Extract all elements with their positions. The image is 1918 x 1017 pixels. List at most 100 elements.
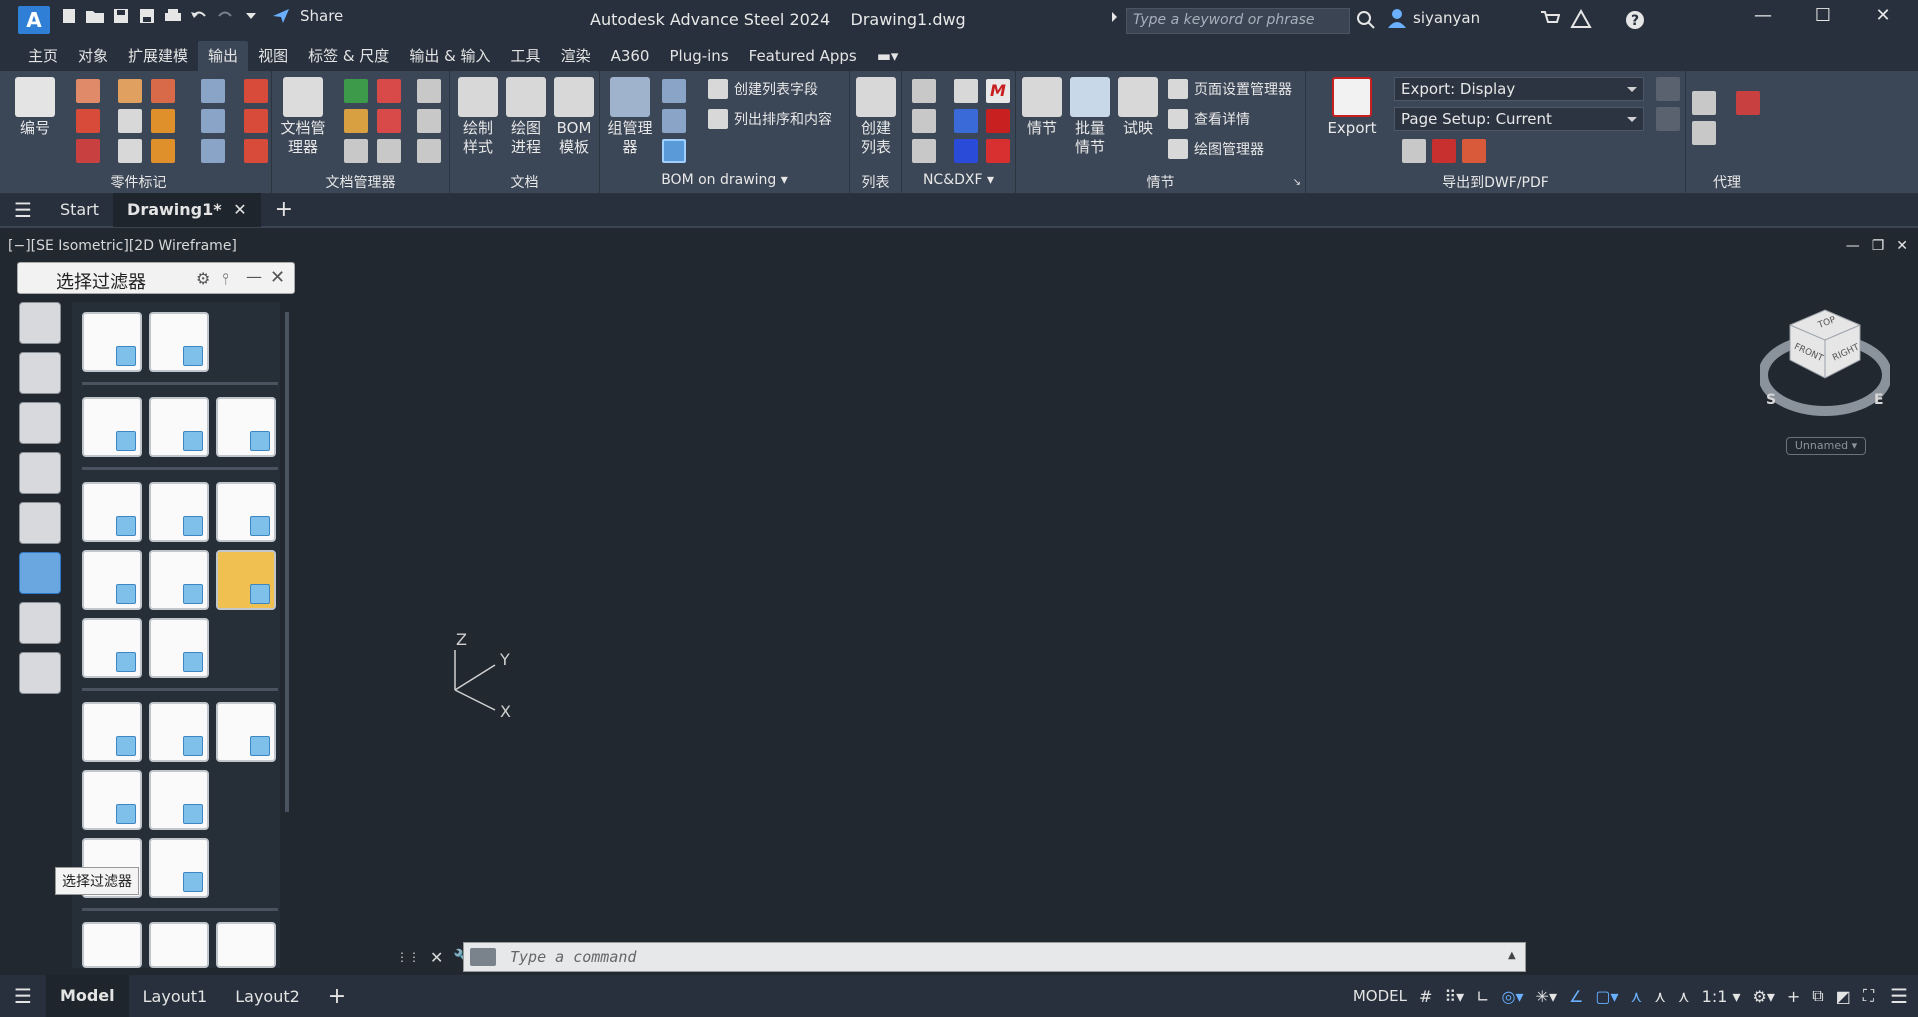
- tab-output[interactable]: 输出: [198, 41, 249, 71]
- user-account[interactable]: siyanyan: [1387, 8, 1480, 28]
- viewport-restore-icon[interactable]: ❐: [1872, 238, 1885, 254]
- tab-a360[interactable]: A360: [601, 41, 660, 71]
- maximize-icon[interactable]: ☐: [1808, 5, 1838, 26]
- export-pdf-icon[interactable]: [1432, 139, 1456, 163]
- palette-close-icon[interactable]: ✕: [270, 267, 285, 288]
- create-field-button[interactable]: 创建列表字段: [708, 79, 818, 99]
- proxy-settings-icon[interactable]: [1692, 121, 1716, 145]
- viewport-close-icon[interactable]: ✕: [1896, 238, 1908, 254]
- save-icon[interactable]: [110, 5, 132, 27]
- app-logo-icon[interactable]: A: [18, 6, 50, 34]
- mark-table-icon[interactable]: [151, 79, 175, 103]
- tab-export-import[interactable]: 输出 & 输入: [399, 41, 500, 71]
- viewcube[interactable]: TOP FRONT RIGHT S E: [1758, 300, 1892, 430]
- annotation-monitor-icon[interactable]: +: [1781, 987, 1806, 1006]
- category-selection-icon[interactable]: [19, 502, 61, 544]
- doc-delete-icon[interactable]: [377, 79, 401, 103]
- filter-bent-beam-button[interactable]: [149, 550, 209, 610]
- annotation-visibility-icon[interactable]: ⋏: [1624, 987, 1648, 1006]
- filter-connection-button[interactable]: [149, 397, 209, 457]
- panel-title-bom[interactable]: BOM on drawing ▾: [600, 172, 849, 190]
- category-user-icon[interactable]: [19, 402, 61, 444]
- sort-content-button[interactable]: 列出排序和内容: [708, 109, 832, 129]
- category-filter-icon[interactable]: [19, 552, 61, 594]
- doc-list-icon[interactable]: [377, 139, 401, 163]
- add-layout-icon[interactable]: +: [314, 984, 360, 1009]
- numbering-button[interactable]: 编号: [12, 77, 58, 138]
- ribbon-minimize-icon[interactable]: ▬▾: [867, 41, 909, 71]
- nc-diamond-icon[interactable]: [986, 139, 1010, 163]
- command-history-icon[interactable]: [470, 948, 496, 966]
- palette-pin-icon[interactable]: ⫯: [222, 269, 229, 289]
- scale-button[interactable]: 1:1 ▾: [1696, 987, 1747, 1006]
- page-setup-manager-button[interactable]: 页面设置管理器: [1168, 79, 1292, 99]
- cam-icon[interactable]: [954, 109, 978, 133]
- tab-featured-apps[interactable]: Featured Apps: [739, 41, 867, 71]
- page-setup-select[interactable]: Page Setup: Current: [1394, 107, 1644, 131]
- ortho-icon[interactable]: ∟: [1470, 987, 1495, 1006]
- tab-tools[interactable]: 工具: [501, 41, 551, 71]
- m-icon[interactable]: M: [986, 79, 1010, 103]
- category-dimension-icon[interactable]: [19, 452, 61, 494]
- filter-as-objects-button[interactable]: [82, 312, 142, 372]
- proxy-remove-icon[interactable]: [1736, 91, 1760, 115]
- share-icon[interactable]: [266, 5, 296, 27]
- export-dwf-icon[interactable]: [1462, 139, 1486, 163]
- minimize-icon[interactable]: —: [1748, 5, 1778, 26]
- doc-add-icon[interactable]: [344, 79, 368, 103]
- filter-box-button[interactable]: [216, 397, 276, 457]
- model-space-button[interactable]: MODEL: [1347, 987, 1413, 1005]
- palette-settings-icon[interactable]: ⚙: [196, 269, 210, 288]
- filter-concrete-button[interactable]: [216, 550, 276, 610]
- polar-icon[interactable]: ◎▾: [1496, 987, 1530, 1006]
- autodesk-icon[interactable]: [1570, 8, 1592, 33]
- mark-sequence-icon[interactable]: [118, 139, 142, 163]
- help-icon[interactable]: ?: [1624, 9, 1646, 35]
- compass-s-label[interactable]: S: [1766, 392, 1776, 408]
- tab-layout2[interactable]: Layout2: [221, 987, 314, 1006]
- tab-layout1[interactable]: Layout1: [129, 987, 222, 1006]
- category-beam-icon[interactable]: [19, 652, 61, 694]
- tab-model[interactable]: Model: [45, 975, 129, 1017]
- filter-weld-button[interactable]: [216, 922, 276, 968]
- category-frame-icon[interactable]: [19, 602, 61, 644]
- nc-icon[interactable]: [912, 79, 936, 103]
- mark-sort-icon[interactable]: [244, 139, 268, 163]
- proxy-icon[interactable]: [1692, 91, 1716, 115]
- filter-stair-button[interactable]: [82, 618, 142, 678]
- nc-file-icon[interactable]: [954, 79, 978, 103]
- doc-table-icon[interactable]: [417, 139, 441, 163]
- filter-bolt-button[interactable]: [82, 922, 142, 968]
- tab-render[interactable]: 渲染: [551, 41, 601, 71]
- doc-remove-icon[interactable]: [377, 109, 401, 133]
- eraser-icon[interactable]: [76, 79, 100, 103]
- view-details-button[interactable]: 查看详情: [1168, 109, 1250, 129]
- mark-list-icon[interactable]: [118, 79, 142, 103]
- command-close-icon[interactable]: ✕: [430, 948, 443, 967]
- search-icon[interactable]: [1356, 10, 1376, 34]
- filter-folded-plate-button[interactable]: [82, 770, 142, 830]
- group-manager-button[interactable]: 组管理器: [604, 77, 656, 157]
- customize-quick-access-icon[interactable]: [240, 5, 262, 27]
- new-tab-icon[interactable]: +: [261, 193, 307, 227]
- tab-home[interactable]: 主页: [18, 41, 68, 71]
- mark-grid-icon[interactable]: [151, 139, 175, 163]
- osnap-icon[interactable]: ▢▾: [1589, 987, 1624, 1006]
- filter-grating-button[interactable]: [149, 702, 209, 762]
- annotation-scale-icon[interactable]: ⋏: [1672, 987, 1696, 1006]
- close-icon[interactable]: ✕: [1868, 5, 1898, 26]
- export-settings-icon[interactable]: [1402, 139, 1426, 163]
- filter-hole-pattern-button[interactable]: [149, 838, 209, 898]
- isodraft-icon[interactable]: ✳▾: [1530, 987, 1563, 1006]
- filter-column-button[interactable]: [216, 482, 276, 542]
- grid-icon[interactable]: #: [1413, 987, 1438, 1006]
- close-tab-icon[interactable]: ✕: [233, 200, 246, 219]
- export-display-select[interactable]: Export: Display: [1394, 77, 1644, 101]
- bom-template-button[interactable]: BOM模板: [552, 77, 596, 157]
- palette-scrollbar[interactable]: [285, 312, 289, 812]
- tab-drawing1[interactable]: Drawing1* ✕: [113, 193, 261, 227]
- mark-query-icon[interactable]: [201, 79, 225, 103]
- nc-red-icon[interactable]: [986, 109, 1010, 133]
- plot-button[interactable]: 情节: [1020, 77, 1064, 138]
- palette-minimize-icon[interactable]: —: [246, 267, 262, 286]
